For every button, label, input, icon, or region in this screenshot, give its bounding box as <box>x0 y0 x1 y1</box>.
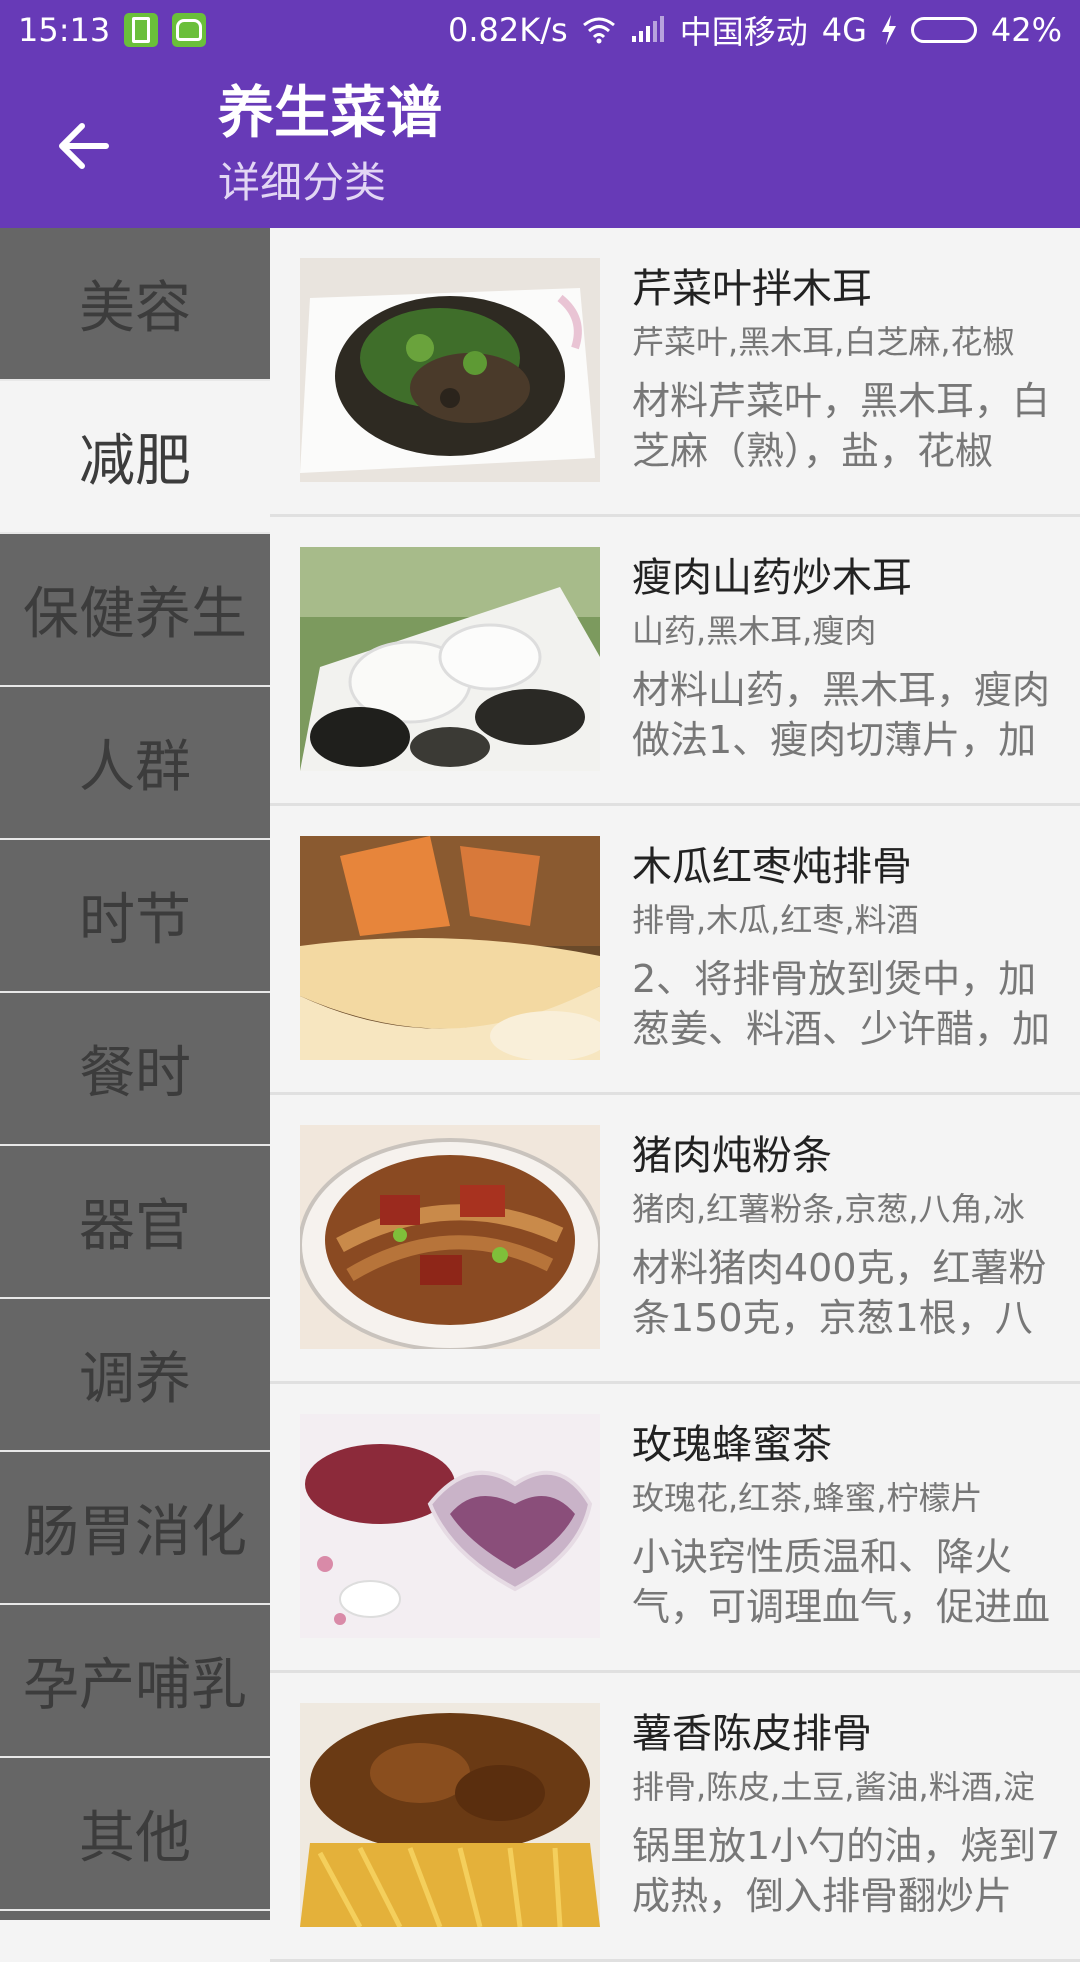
list-item[interactable]: 玫瑰蜂蜜茶 玫瑰花,红茶,蜂蜜,柠檬片 小诀窍性质温和、降火气，可调理血气，促进… <box>270 1384 1080 1673</box>
recipe-description: 锅里放1小勺的油，烧到7成热，倒入排骨翻炒片 <box>632 1824 1061 1918</box>
recipe-image <box>300 258 600 482</box>
recipe-title: 芹菜叶拌木耳 <box>632 266 872 312</box>
list-item[interactable]: 芹菜叶拌木耳 芹菜叶,黑木耳,白芝麻,花椒 材料芹菜叶，黑木耳，白芝麻（熟），盐… <box>270 228 1080 517</box>
sidebar-item-recuperation[interactable]: 调养 <box>0 1299 270 1452</box>
android-notification-icon <box>172 13 207 47</box>
recipe-ingredients: 猪肉,红薯粉条,京葱,八角,冰 <box>632 1190 1025 1228</box>
recipe-description: 小诀窍性质温和、降火气，可调理血气，促进血 <box>632 1535 1051 1629</box>
signal-icon <box>631 16 664 42</box>
recipe-image <box>300 1703 600 1927</box>
recipe-title: 薯香陈皮排骨 <box>632 1711 872 1757</box>
recipe-description: 2、将排骨放到煲中，加葱姜、料酒、少许醋，加 <box>632 957 1051 1051</box>
sidebar-item-pregnancy[interactable]: 孕产哺乳 <box>0 1605 270 1758</box>
recipe-list: 芹菜叶拌木耳 芹菜叶,黑木耳,白芝麻,花椒 材料芹菜叶，黑木耳，白芝麻（熟），盐… <box>270 228 1080 1962</box>
page-title: 养生菜谱 <box>218 81 442 146</box>
sidebar-item-organs[interactable]: 器官 <box>0 1146 270 1299</box>
recipe-ingredients: 山药,黑木耳,瘦肉 <box>632 612 877 650</box>
recipe-title: 瘦肉山药炒木耳 <box>632 555 912 601</box>
list-item[interactable]: 瘦肉山药炒木耳 山药,黑木耳,瘦肉 材料山药，黑木耳，瘦肉做法1、瘦肉切薄片，加 <box>270 517 1080 806</box>
page-subtitle: 详细分类 <box>218 158 387 207</box>
back-arrow-icon <box>59 123 109 169</box>
recipe-image <box>300 547 600 771</box>
sidebar-item-digestion[interactable]: 肠胃消化 <box>0 1452 270 1605</box>
status-time: 15:13 <box>18 11 111 49</box>
sidebar-item-other[interactable]: 其他 <box>0 1758 270 1911</box>
sidebar-item-beauty[interactable]: 美容 <box>0 228 270 381</box>
carrier-name: 中国移动 <box>679 13 808 51</box>
recipe-image <box>300 836 600 1060</box>
recipe-ingredients: 玫瑰花,红茶,蜂蜜,柠檬片 <box>632 1479 983 1517</box>
battery-notification-icon <box>124 13 159 47</box>
recipe-image <box>300 1414 600 1638</box>
recipe-title: 木瓜红枣炖排骨 <box>632 844 912 890</box>
recipe-description: 材料芹菜叶，黑木耳，白芝麻（熟），盐，花椒 <box>632 379 1051 473</box>
back-button[interactable] <box>48 110 120 182</box>
sidebar-item-people[interactable]: 人群 <box>0 687 270 840</box>
recipe-image <box>300 1125 600 1349</box>
recipe-title: 猪肉炖粉条 <box>632 1133 832 1179</box>
wifi-icon <box>582 17 615 44</box>
status-bar: 15:13 0.82K/s 中国移动 4G 42% <box>0 0 1080 60</box>
sidebar-item-season[interactable]: 时节 <box>0 840 270 993</box>
recipe-description: 材料猪肉400克，红薯粉条150克，京葱1根，八 <box>632 1246 1047 1340</box>
charging-icon <box>881 15 896 45</box>
recipe-ingredients: 芹菜叶,黑木耳,白芝麻,花椒 <box>632 323 1015 361</box>
battery-icon <box>910 17 977 43</box>
recipe-ingredients: 排骨,陈皮,土豆,酱油,料酒,淀 <box>632 1768 1035 1806</box>
category-sidebar: 美容 减肥 保健养生 人群 时节 餐时 器官 调养 肠胃消化 孕产哺乳 其他 <box>0 228 270 1920</box>
network-type: 4G <box>821 11 867 49</box>
app-bar: 养生菜谱 详细分类 <box>0 60 1080 228</box>
sidebar-item-weight-loss[interactable]: 减肥 <box>0 381 270 534</box>
network-speed: 0.82K/s <box>448 11 568 49</box>
battery-percent: 42% <box>990 11 1062 49</box>
list-item[interactable]: 猪肉炖粉条 猪肉,红薯粉条,京葱,八角,冰 材料猪肉400克，红薯粉条150克，… <box>270 1095 1080 1384</box>
sidebar-item-health-care[interactable]: 保健养生 <box>0 534 270 687</box>
recipe-title: 玫瑰蜂蜜茶 <box>632 1422 832 1468</box>
list-item[interactable]: 薯香陈皮排骨 排骨,陈皮,土豆,酱油,料酒,淀 锅里放1小勺的油，烧到7成热，倒… <box>270 1673 1080 1962</box>
list-item[interactable]: 木瓜红枣炖排骨 排骨,木瓜,红枣,料酒 2、将排骨放到煲中，加葱姜、料酒、少许醋… <box>270 806 1080 1095</box>
recipe-ingredients: 排骨,木瓜,红枣,料酒 <box>632 901 919 939</box>
sidebar-item-mealtime[interactable]: 餐时 <box>0 993 270 1146</box>
recipe-description: 材料山药，黑木耳，瘦肉做法1、瘦肉切薄片，加 <box>632 668 1051 762</box>
